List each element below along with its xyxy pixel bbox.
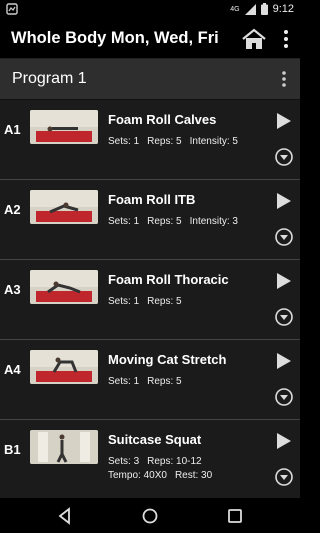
exercise-row[interactable]: A4 Moving Cat Stretch Sets: 1 Reps: 5 [0,340,300,420]
exercise-name: Foam Roll ITB [108,192,196,207]
program-title: Program 1 [12,70,87,87]
expand-icon[interactable] [275,388,293,406]
page-title: Whole Body Mon, Wed, Fri [11,29,219,47]
exercise-name: Foam Roll Calves [108,112,217,127]
program-menu-icon[interactable] [280,70,288,88]
exercise-name: Foam Roll Thoracic [108,272,229,287]
exercise-thumbnail [30,110,98,144]
exercise-name: Suitcase Squat [108,432,202,447]
signal-icon [244,3,256,15]
exercise-name: Moving Cat Stretch [108,352,227,367]
expand-icon[interactable] [275,308,293,326]
battery-icon [260,3,268,15]
exercise-row[interactable]: A1 Foam Roll Calves Sets: 1 Reps: 5 Intens… [0,100,300,180]
exercise-row[interactable]: A3 Foam Roll Thoracic Sets: 1 Reps: 5 [0,260,300,340]
status-bar: 4G 9:12 [0,0,300,20]
expand-icon[interactable] [275,468,293,486]
clock: 9:12 [272,3,294,15]
program-header[interactable]: Program 1 [0,59,300,100]
app-bar: Whole Body Mon, Wed, Fri [0,20,300,59]
play-icon[interactable] [277,353,291,369]
play-icon[interactable] [277,433,291,449]
exercise-details: Sets: 1 Reps: 5 Intensity: 3 [108,216,238,227]
exercise-thumbnail [30,350,98,384]
status-icons: 4G 9:12 [230,3,294,15]
recents-icon[interactable] [225,506,245,526]
play-icon[interactable] [277,113,291,129]
play-icon[interactable] [277,193,291,209]
exercise-row[interactable]: B1 Suitcase Squat Sets: 3 Reps: 10-12 Tem… [0,420,300,498]
exercise-code: A1 [4,122,21,137]
play-icon[interactable] [277,273,291,289]
exercise-code: A2 [4,202,21,217]
exercise-code: A3 [4,282,21,297]
notification-icon [6,3,18,15]
overflow-menu-icon[interactable] [282,29,290,49]
system-navigation-bar [0,498,300,533]
exercise-details: Sets: 1 Reps: 5 [108,376,182,387]
expand-icon[interactable] [275,228,293,246]
home-nav-icon[interactable] [140,506,160,526]
exercise-thumbnail [30,190,98,224]
back-icon[interactable] [55,506,75,526]
home-icon[interactable] [242,28,266,50]
exercise-details: Sets: 3 Reps: 10-12 Tempo: 40X0 Rest: 30 [108,456,213,481]
exercise-code: B1 [4,442,21,457]
exercise-code: A4 [4,362,21,377]
exercise-row[interactable]: A2 Foam Roll ITB Sets: 1 Reps: 5 Intensity… [0,180,300,260]
exercise-list[interactable]: A1 Foam Roll Calves Sets: 1 Reps: 5 Intens… [0,100,300,498]
expand-icon[interactable] [275,148,293,166]
exercise-thumbnail [30,430,98,464]
network-type-label: 4G [230,5,240,13]
exercise-details: Sets: 1 Reps: 5 Intensity: 5 [108,136,238,147]
exercise-thumbnail [30,270,98,304]
exercise-details: Sets: 1 Reps: 5 [108,296,182,307]
